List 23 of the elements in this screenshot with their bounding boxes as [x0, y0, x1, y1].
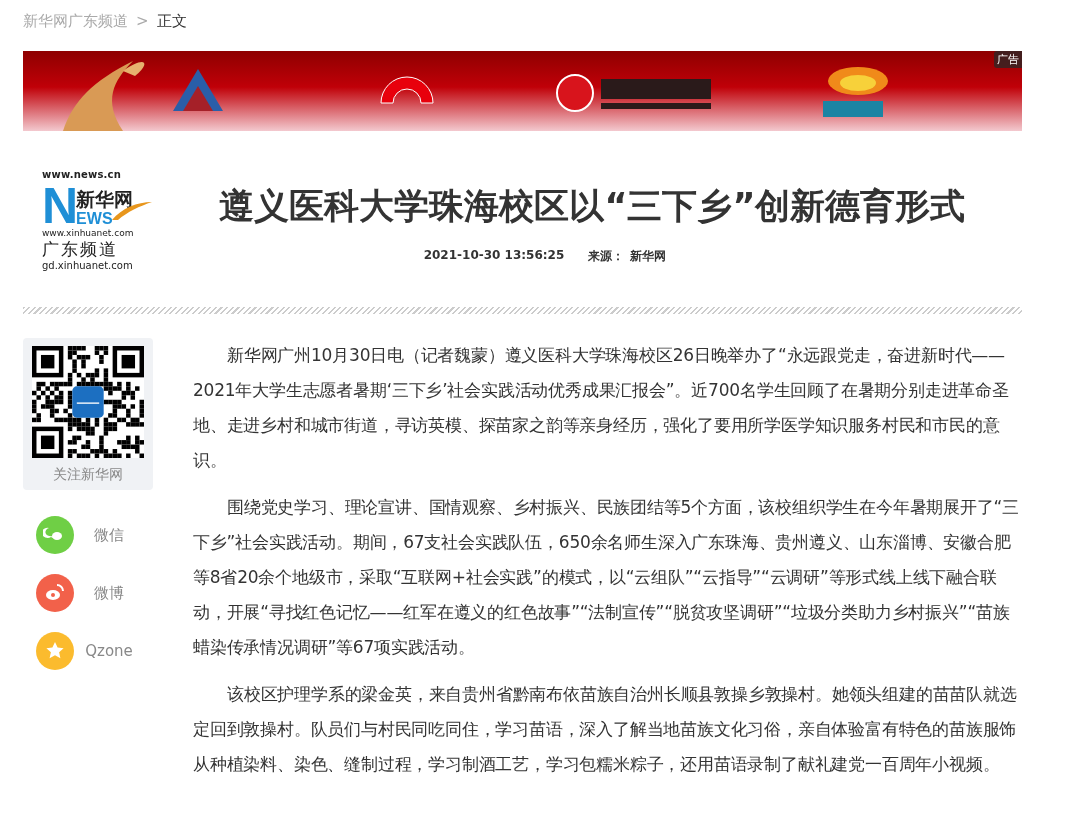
channel-name: 广东频道 — [42, 238, 119, 260]
breadcrumb-separator: > — [136, 12, 149, 30]
source-name: 新华网 — [630, 248, 667, 265]
article-paragraph: 该校区护理学系的梁金英，来自贵州省黔南布依苗族自治州长顺县敦操乡敦操村。她领头组建的苗苗队就选定回到敦操村。队员们与村民同吃同住，学习苗语，深入了解当地苗族文化习俗，亲自体验富有特色的苗族服饰从种植染料、染色、缝制过程，学习制酒工艺，学习包糯米粽子，还用苗语录制了献礼建党一百周年小视频。 — [193, 683, 1018, 776]
ad-label: 广告 — [994, 51, 1022, 68]
breadcrumb-current: 正文 — [156, 11, 187, 31]
share-label[interactable]: Qzone — [74, 642, 144, 660]
logo-letters: EWS — [76, 210, 114, 228]
channel-site: gd.xinhuanet.com — [42, 260, 134, 271]
share-label[interactable]: 微博 — [74, 583, 144, 603]
article-paragraph: 新华网广州10月30日电（记者魏蒙）遵义医科大学珠海校区26日晚举办了“永远跟党走，奋进新时代——2021年大学生志愿者暑期‘三下乡’社会实践活动优秀成果汇报会”。近700名学生回顾了在暑期分别走进革命圣地、走进乡村和城市街道，寻访英模、探苗家之韵等亲身经历，强化了要用所学医学知识服务村民和市民的意识。 — [193, 344, 1010, 472]
source-label: 来源： — [588, 248, 625, 265]
wechat-share-icon[interactable] — [36, 516, 74, 554]
weibo-share-icon[interactable] — [36, 574, 74, 612]
publish-time: 2021-10-30 13:56:25 — [423, 248, 565, 264]
share-label[interactable]: 微信 — [74, 525, 144, 545]
logo-domain: www.news.cn — [42, 169, 122, 180]
article-paragraph: 围绕党史学习、理论宣讲、国情观察、乡村振兴、民族团结等5个方面，该校组织学生在今年暑期展开了“三下乡”社会实践活动。期间，67支社会实践队伍，650余名师生深入广东珠海、贵州遵义、山东淄博、安徽合肥等8省20余个地级市，采取“互联网+社会实践”的模式，以“云组队”“云指导”“云调研”等形式线上线下融合联动，开展“寻找红色记忆——红军在遵义的红色故事”“法制宣传”“脱贫攻坚调研”“垃圾分类助力乡村振兴”“苗族蜡染传承情况调研”等67项实践活动。 — [193, 496, 1021, 659]
logo-site: www.xinhuanet.com — [42, 228, 135, 238]
breadcrumb-link[interactable]: 新华网广东频道 — [23, 11, 128, 31]
qr-caption: 关注新华网 — [53, 466, 123, 484]
article-title: 遵义医科大学珠海校区以“三下乡”创新德育形式 — [219, 185, 966, 228]
qzone-share-icon[interactable] — [36, 632, 74, 670]
